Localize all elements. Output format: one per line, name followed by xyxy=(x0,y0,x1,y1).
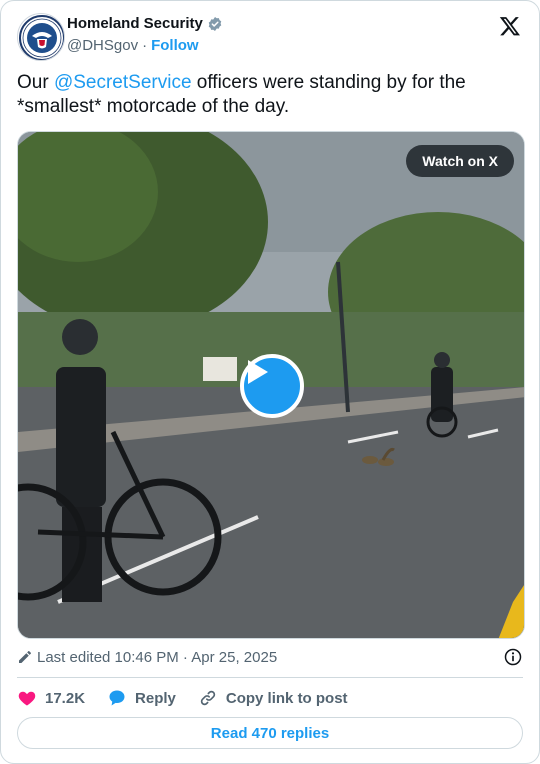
link-icon xyxy=(200,690,216,706)
x-logo-icon[interactable] xyxy=(499,15,521,37)
author-name[interactable]: Homeland Security xyxy=(67,15,203,32)
watch-on-x-button[interactable]: Watch on X xyxy=(406,145,514,177)
edit-info-row: Last edited 10:46 PM · Apr 25, 2025 xyxy=(17,647,523,667)
verified-badge-icon xyxy=(208,16,222,31)
action-bar: 17.2K Reply Copy link to post xyxy=(17,687,370,709)
copy-link-label: Copy link to post xyxy=(225,689,348,707)
heart-icon xyxy=(18,691,36,706)
info-icon[interactable] xyxy=(503,647,523,667)
handle-separator: · xyxy=(142,37,148,54)
tweet-text: Our @SecretService officers were standin… xyxy=(17,71,525,119)
mention-link[interactable]: @SecretService xyxy=(54,72,192,93)
author-name-row: Homeland Security xyxy=(67,15,223,32)
reply-label: Reply xyxy=(135,689,176,707)
tweet-embed-card: Homeland Security @DHSgov · Follow Our @… xyxy=(0,0,540,764)
author-handle[interactable]: @DHSgov xyxy=(67,37,138,54)
avatar[interactable] xyxy=(17,13,65,61)
tweet-header: Homeland Security @DHSgov · Follow xyxy=(17,13,523,61)
follow-button[interactable]: Follow xyxy=(151,37,199,54)
divider xyxy=(17,677,523,678)
read-replies-button[interactable]: Read 470 replies xyxy=(17,717,523,749)
like-button[interactable]: 17.2K xyxy=(17,688,85,708)
edited-timestamp[interactable]: Last edited 10:46 PM · Apr 25, 2025 xyxy=(37,649,277,666)
reply-bubble-icon xyxy=(109,690,125,706)
play-button[interactable] xyxy=(240,354,304,418)
like-count: 17.2K xyxy=(45,689,86,707)
reply-button[interactable]: Reply xyxy=(107,688,176,708)
play-icon xyxy=(248,360,268,384)
author-handle-row: @DHSgov · Follow xyxy=(67,37,199,54)
pencil-icon xyxy=(19,651,31,663)
dhs-seal-icon xyxy=(19,15,64,60)
copy-link-button[interactable]: Copy link to post xyxy=(198,688,348,708)
tweet-text-start: Our xyxy=(17,72,54,93)
video-player[interactable]: Watch on X xyxy=(17,131,525,639)
